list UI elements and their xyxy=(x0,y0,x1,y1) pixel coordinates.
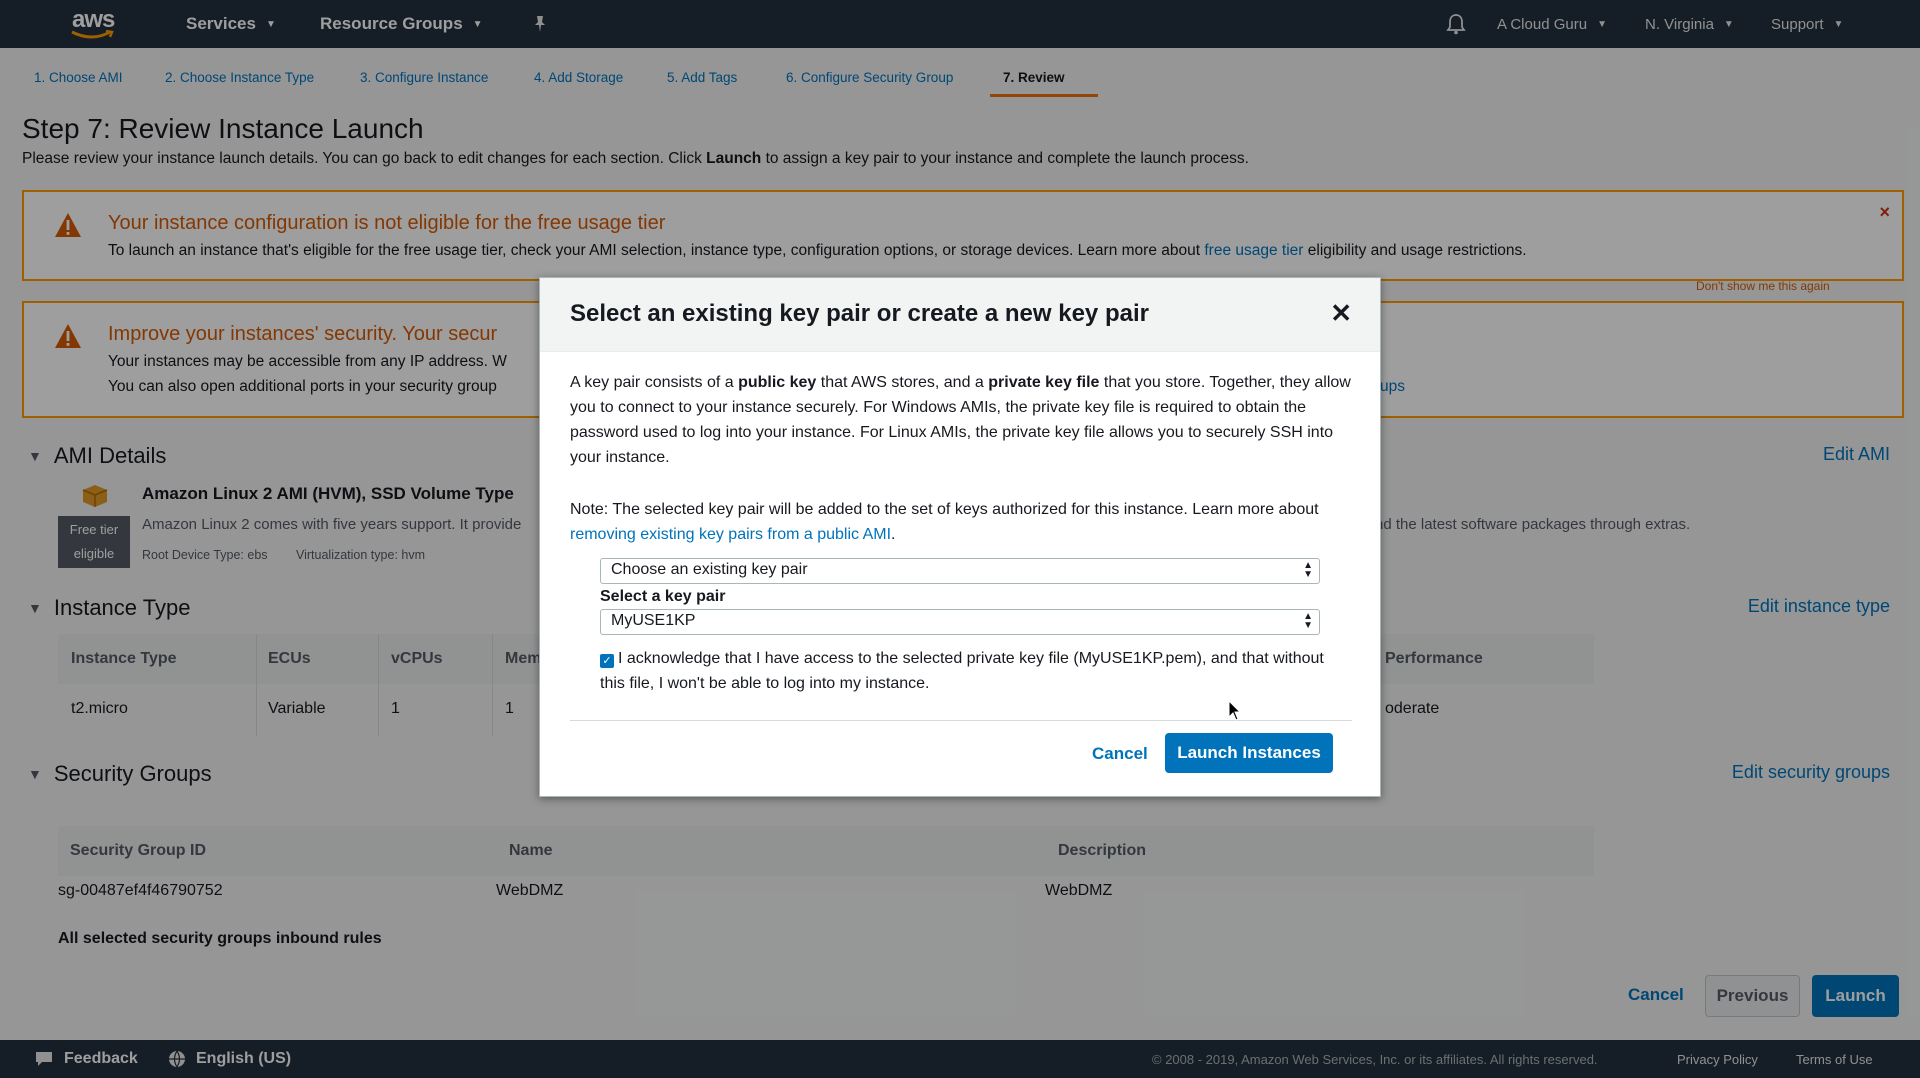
select-key-pair-label: Select a key pair xyxy=(600,588,726,605)
text-part: . xyxy=(891,526,896,543)
modal-header: Select an existing key pair or create a … xyxy=(540,278,1380,352)
acknowledge-checkbox[interactable]: ✓ xyxy=(600,654,614,668)
select-value: MyUSE1KP xyxy=(611,612,696,629)
text-bold: private key file xyxy=(988,374,1100,391)
acknowledge-checkbox-row: ✓ I acknowledge that I have access to the… xyxy=(600,646,1340,696)
select-value: Choose an existing key pair xyxy=(611,561,808,578)
launch-instances-button[interactable]: Launch Instances xyxy=(1165,733,1333,773)
text-part: Note: The selected key pair will be adde… xyxy=(570,501,1319,518)
key-pair-explanation: A key pair consists of a public key that… xyxy=(570,370,1360,470)
text-part: that AWS stores, and a xyxy=(816,374,989,391)
key-pair-note: Note: The selected key pair will be adde… xyxy=(570,497,1360,547)
close-icon[interactable]: ✕ xyxy=(1330,300,1352,326)
removing-key-pairs-link[interactable]: removing existing key pairs from a publi… xyxy=(570,526,891,543)
select-arrows-icon: ▲ ▼ xyxy=(1303,611,1313,631)
key-pair-select[interactable]: MyUSE1KP ▲ ▼ xyxy=(600,609,1320,635)
text-part: A key pair consists of a xyxy=(570,374,739,391)
text-bold: public key xyxy=(738,374,817,391)
mouse-cursor-icon xyxy=(1228,700,1242,721)
modal-title: Select an existing key pair or create a … xyxy=(570,300,1149,327)
key-pair-action-select[interactable]: Choose an existing key pair ▲ ▼ xyxy=(600,558,1320,584)
acknowledge-text: I acknowledge that I have access to the … xyxy=(600,650,1324,692)
modal-cancel-button[interactable]: Cancel xyxy=(1092,744,1148,764)
key-pair-modal: Select an existing key pair or create a … xyxy=(539,277,1381,797)
select-arrows-icon: ▲ ▼ xyxy=(1303,560,1313,580)
